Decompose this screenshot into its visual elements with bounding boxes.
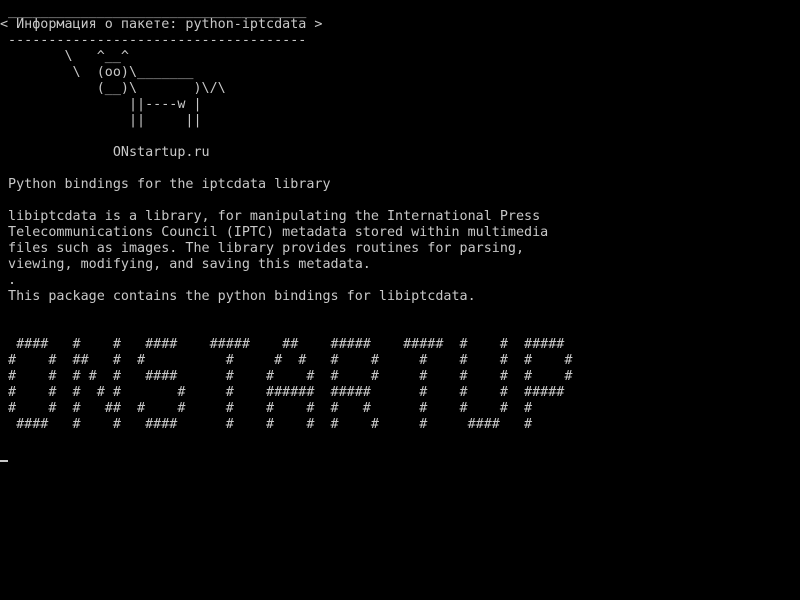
banner-line: # # # ## # # # # # # # # # # # (0, 401, 533, 416)
cow-art-line: \ (oo)\_______ (0, 65, 194, 80)
banner-line: # # # # # #### # # # # # # # # # # (0, 369, 573, 384)
description-line: . (0, 273, 17, 288)
bubble-bottom-border: ------------------------------------- (0, 33, 307, 48)
cow-art-line: \ ^__^ (0, 49, 129, 64)
banner-line: #### # # #### ##### ## ##### ##### # # #… (0, 337, 565, 352)
description-line: Telecommunications Council (IPTC) metada… (0, 225, 549, 240)
cow-art-line: (__)\ )\/\ (0, 81, 226, 96)
description-line: viewing, modifying, and saving this meta… (0, 257, 371, 272)
cow-art-line: || || (0, 113, 202, 128)
description-line: This package contains the python binding… (0, 289, 476, 304)
text-cursor (0, 460, 8, 462)
banner-line: #### # # #### # # # # # # #### # (0, 417, 533, 432)
banner-line: # # ## # # # # # # # # # # # # (0, 353, 573, 368)
cow-art-line: ||----w | (0, 97, 202, 112)
package-summary: Python bindings for the iptcdata library (0, 177, 331, 192)
description-line: libiptcdata is a library, for manipulati… (0, 209, 541, 224)
description-line: files such as images. The library provid… (0, 241, 525, 256)
banner-line: # # # # # # # ###### ##### # # # ##### (0, 385, 565, 400)
bubble-text: < Информация о пакете: python-iptcdata > (0, 17, 323, 32)
terminal-screen[interactable]: _____________________________________ < … (0, 0, 800, 600)
site-label: ONstartup.ru (0, 145, 210, 160)
